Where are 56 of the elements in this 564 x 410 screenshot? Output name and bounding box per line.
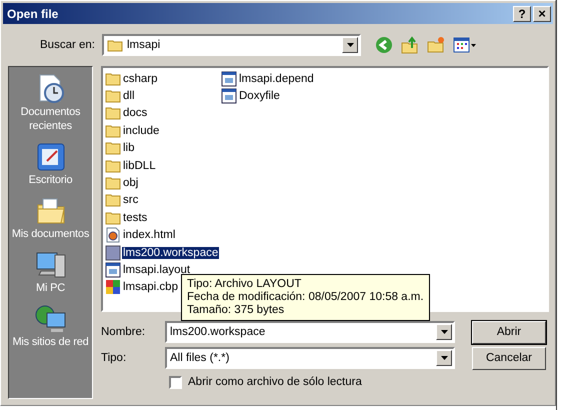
file-item[interactable]: docs (105, 104, 150, 122)
folder-icon (105, 72, 121, 86)
folder-up-icon[interactable] (401, 36, 419, 54)
file-name-field[interactable]: lms200.workspace (165, 321, 455, 343)
new-folder-icon[interactable] (427, 36, 445, 54)
file-item[interactable]: lmsapi.depend (221, 70, 317, 88)
file-item[interactable]: lib (105, 140, 138, 157)
places-item[interactable]: Mis documentos (8, 195, 92, 241)
view-menu-icon[interactable] (453, 36, 477, 54)
folder-icon (105, 124, 121, 138)
file-item[interactable]: lmsapi.cbp (105, 278, 181, 296)
places-item[interactable]: Documentos recientes (8, 73, 92, 133)
cancel-button[interactable]: Cancelar (472, 346, 546, 370)
places-item[interactable]: Mi PC (8, 249, 92, 295)
places-item[interactable]: Mis sitios de red (8, 303, 92, 349)
file-item[interactable]: obj (105, 174, 142, 192)
colored-squares-icon (105, 279, 121, 296)
tooltip-text: Tamaño: 375 bytes (187, 304, 286, 317)
web-page-icon (105, 227, 121, 244)
document-window-icon (105, 262, 121, 278)
look-in-dropdown[interactable]: lmsapi (102, 34, 361, 56)
file-item[interactable]: include (105, 122, 162, 140)
folder-icon (105, 176, 121, 190)
file-item[interactable]: dll (105, 87, 138, 105)
file-type-dropdown[interactable]: All files (*.*) (165, 347, 455, 369)
file-item[interactable]: Doxyfile (221, 87, 283, 105)
globe-computer-icon (34, 303, 66, 335)
folder-icon (107, 38, 123, 52)
file-icon (105, 244, 121, 261)
tooltip-text: Tipo: Archivo LAYOUT (187, 278, 302, 291)
folder-icon (105, 158, 121, 173)
open-button[interactable]: Abrir (472, 320, 546, 344)
read-only-label: Abrir como archivo de sólo lectura (188, 376, 362, 388)
folder-icon (105, 210, 121, 225)
look-in-label: Buscar en: (39, 39, 95, 51)
file-item[interactable]: tests (105, 209, 150, 227)
file-item[interactable]: libDLL (105, 156, 159, 174)
file-item[interactable]: lmsapi.layout (105, 261, 194, 279)
folder-icon (105, 106, 121, 120)
places-item[interactable]: Escritorio (8, 141, 92, 187)
folder-icon (105, 89, 121, 104)
document-window-icon (221, 70, 237, 87)
help-button[interactable]: ? (513, 6, 531, 22)
read-only-checkbox[interactable] (169, 376, 182, 388)
file-name-label: Nombre: (101, 326, 146, 338)
file-item[interactable]: src (105, 192, 142, 210)
document-window-icon (221, 88, 237, 104)
file-item[interactable]: csharp (105, 70, 161, 88)
folder-icon (105, 141, 121, 156)
desktop-icon (34, 141, 66, 173)
folder-icon (105, 193, 121, 208)
tooltip-text: Fecha de modificación: 08/05/2007 10:58 a.m. (187, 291, 424, 304)
file-type-label: Tipo: (101, 352, 128, 364)
close-button[interactable]: × (533, 6, 551, 22)
window-title: Open file (7, 6, 58, 20)
file-item[interactable]: index.html (105, 226, 178, 244)
